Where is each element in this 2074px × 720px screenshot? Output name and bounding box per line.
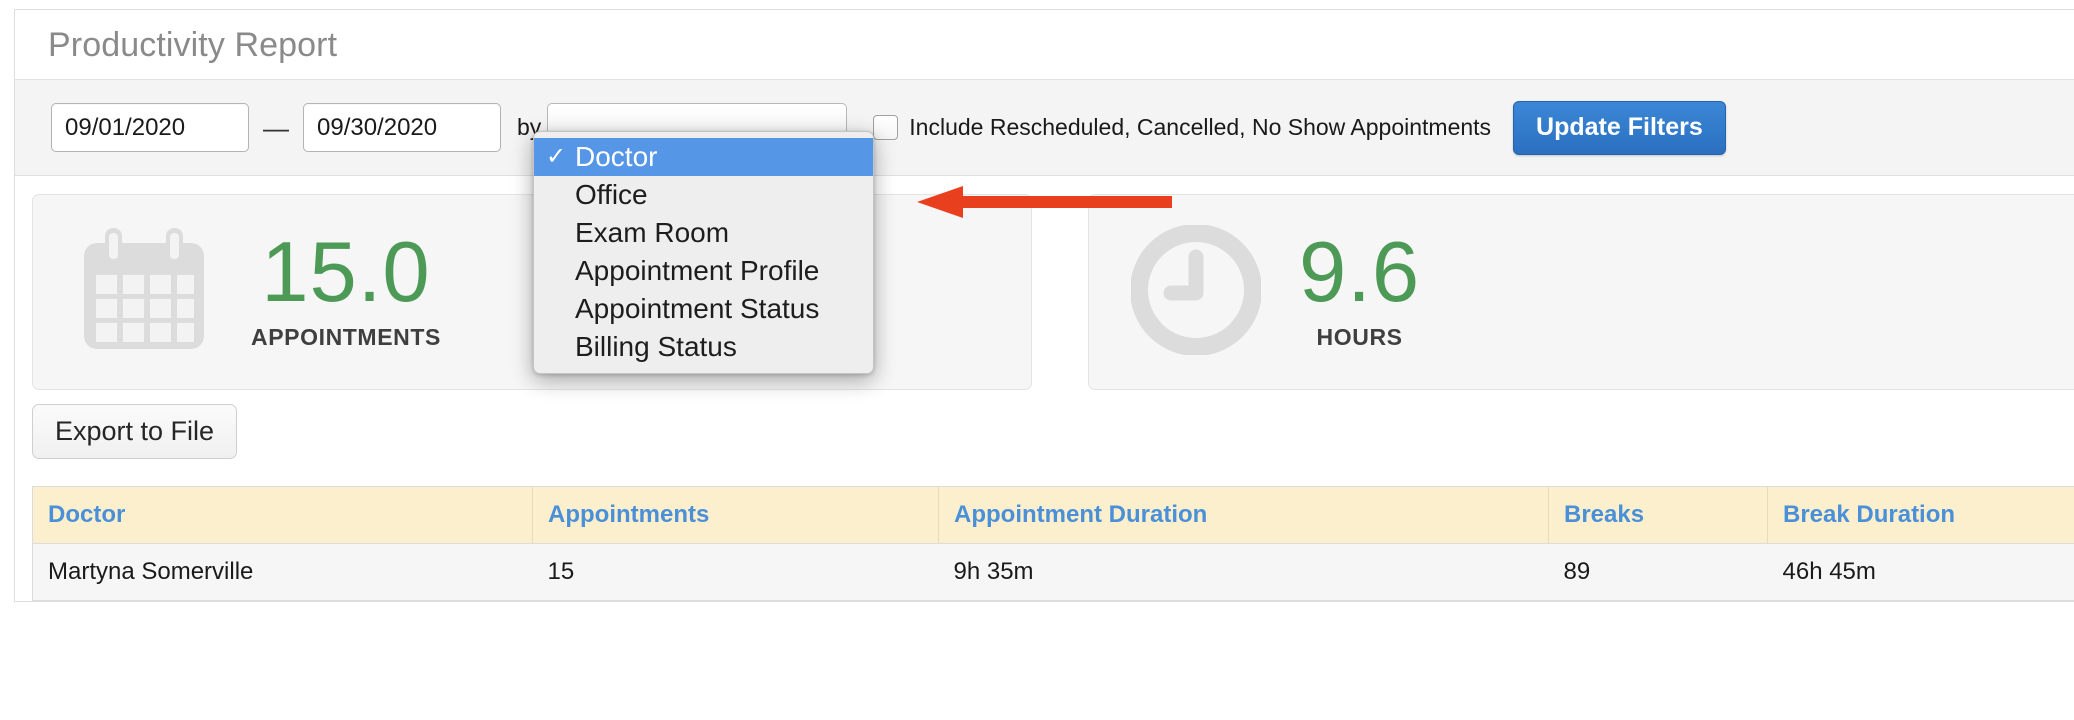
report-panel: Productivity Report — by Include Resched… — [14, 9, 2074, 602]
stat-value-appointments: 15.0 — [261, 224, 431, 320]
stat-text-hours: 9.6 HOURS — [1299, 224, 1421, 352]
include-appointments-checkbox[interactable] — [873, 115, 899, 140]
dropdown-option-appointment-status[interactable]: Appointment Status — [534, 290, 873, 328]
dropdown-option-doctor[interactable]: ✓ Doctor — [534, 138, 873, 176]
dropdown-option-label: Appointment Profile — [575, 255, 820, 286]
clock-icon — [1130, 223, 1262, 360]
dropdown-option-label: Office — [575, 179, 648, 210]
column-header-appointment-duration[interactable]: Appointment Duration — [938, 486, 1549, 544]
include-appointments-label: Include Rescheduled, Cancelled, No Show … — [909, 114, 1492, 140]
stat-card-hours: 9.6 HOURS — [1088, 194, 2074, 390]
dropdown-option-billing-status[interactable]: Billing Status — [534, 328, 873, 366]
dropdown-option-label: Appointment Status — [575, 293, 820, 324]
dropdown-option-label: Billing Status — [575, 331, 737, 362]
report-table-body: Martyna Somerville 15 9h 35m 89 46h 45m — [32, 543, 2074, 601]
cell-doctor: Martyna Somerville — [32, 543, 533, 601]
cell-break-duration: 46h 45m — [1767, 543, 2074, 601]
dropdown-option-label: Doctor — [575, 141, 658, 172]
stat-value-hours: 9.6 — [1299, 224, 1421, 320]
column-header-break-duration[interactable]: Break Duration — [1767, 486, 2074, 544]
include-appointments-checkbox-wrap[interactable]: Include Rescheduled, Cancelled, No Show … — [873, 114, 1491, 141]
cell-appointments: 15 — [532, 543, 939, 601]
dropdown-option-office[interactable]: Office — [534, 176, 873, 214]
dropdown-option-label: Exam Room — [575, 217, 730, 248]
dropdown-option-appointment-profile[interactable]: Appointment Profile — [534, 252, 873, 290]
export-to-file-button[interactable]: Export to File — [32, 404, 238, 459]
column-header-breaks[interactable]: Breaks — [1548, 486, 1768, 544]
report-table-head: Doctor Appointments Appointment Duration… — [32, 486, 2074, 544]
page-title: Productivity Report — [48, 25, 338, 64]
column-header-appointments[interactable]: Appointments — [532, 486, 939, 544]
stat-label-appointments: APPOINTMENTS — [251, 324, 441, 351]
calendar-icon — [75, 225, 213, 360]
stat-card-appointments: 15.0 APPOINTMENTS — [32, 194, 1032, 390]
start-date-input[interactable] — [51, 103, 249, 152]
stat-label-hours: HOURS — [1316, 324, 1403, 351]
end-date-input[interactable] — [303, 103, 501, 152]
cell-breaks: 89 — [1548, 543, 1768, 601]
column-header-doctor[interactable]: Doctor — [32, 486, 533, 544]
update-filters-button[interactable]: Update Filters — [1513, 100, 1726, 155]
dropdown-option-exam-room[interactable]: Exam Room — [534, 214, 873, 252]
table-row: Martyna Somerville 15 9h 35m 89 46h 45m — [32, 543, 2074, 601]
date-range-separator: — — [263, 112, 289, 143]
group-by-dropdown-menu[interactable]: ✓ Doctor Office Exam Room Appointment Pr… — [533, 131, 874, 374]
cell-appointment-duration: 9h 35m — [938, 543, 1549, 601]
checkmark-icon: ✓ — [546, 143, 567, 170]
annotation-arrow-left-icon — [917, 185, 1172, 219]
stat-text-appointments: 15.0 APPOINTMENTS — [251, 224, 441, 352]
export-row: Export to File — [15, 388, 2074, 459]
report-page: Productivity Report — by Include Resched… — [0, 0, 2074, 720]
report-table-wrap: Doctor Appointments Appointment Duration… — [15, 459, 2074, 601]
panel-header: Productivity Report — [15, 10, 2074, 80]
report-table: Doctor Appointments Appointment Duration… — [32, 486, 2074, 601]
table-header-row: Doctor Appointments Appointment Duration… — [32, 486, 2074, 544]
filter-bar: — by Include Rescheduled, Cancelled, No … — [15, 80, 2074, 176]
